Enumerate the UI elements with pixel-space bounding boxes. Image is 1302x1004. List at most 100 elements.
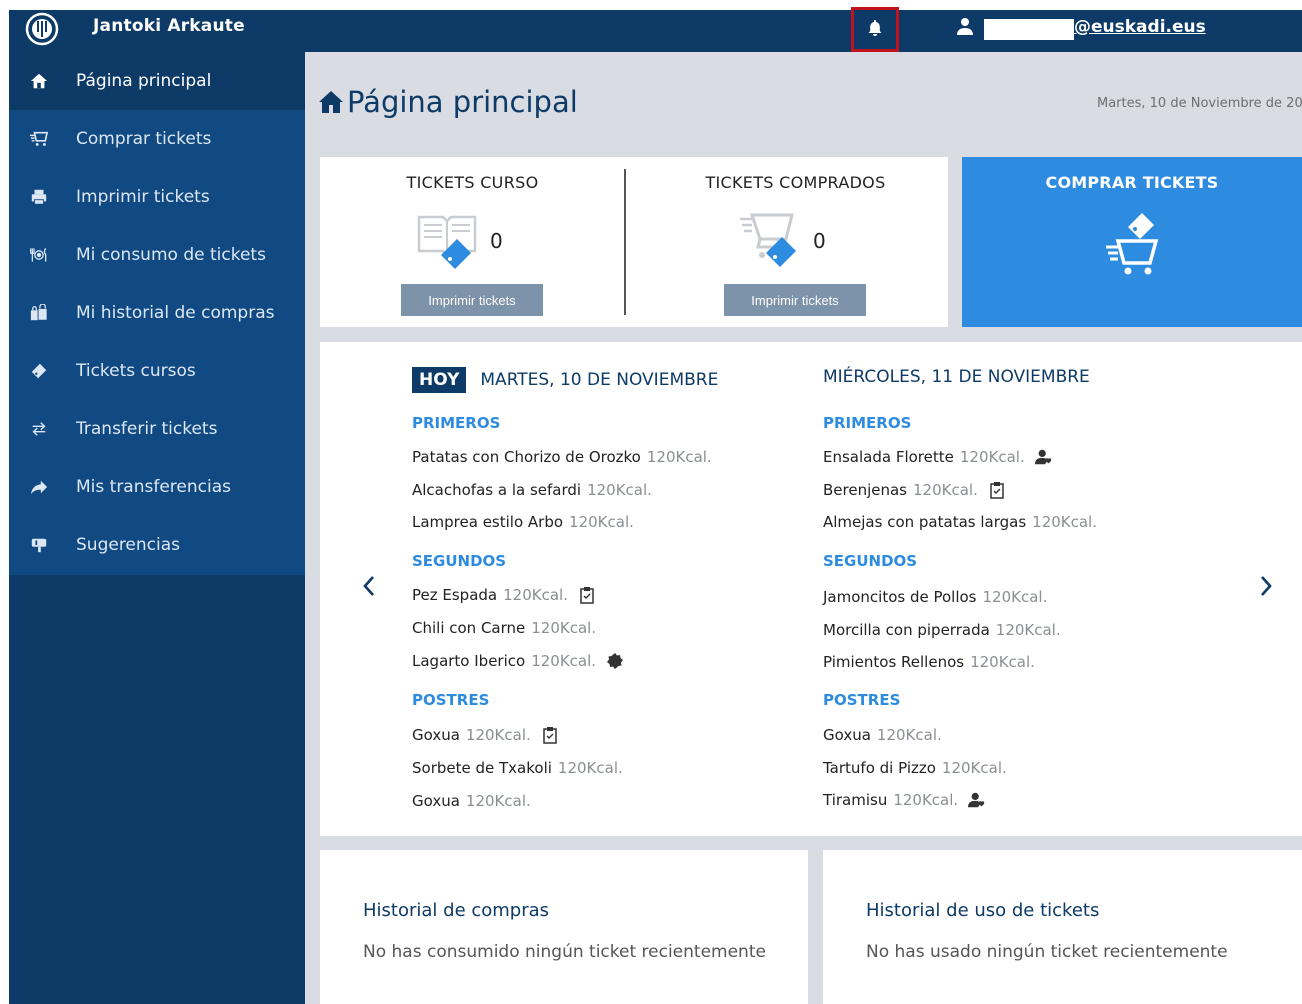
sidebar-item-label: Mi consumo de tickets: [76, 245, 266, 265]
buy-cart-icon: [1102, 209, 1166, 281]
list-item: Goxua 120Kcal.: [823, 726, 942, 744]
bell-icon: [866, 19, 884, 41]
redacted-username: [984, 19, 1074, 40]
sidebar-item-label: Mis transferencias: [76, 477, 231, 497]
allergen-badge-icon[interactable]: [606, 652, 624, 670]
today-badge: HOY: [412, 367, 467, 393]
usage-history-empty: No has usado ningún ticket recientemente: [866, 942, 1228, 962]
list-item: Alcachofas a la sefardi 120Kcal.: [412, 481, 652, 499]
chef-recommended-icon[interactable]: [1034, 448, 1053, 466]
list-item: Chili con Carne 120Kcal.: [412, 619, 597, 637]
home-icon: [319, 90, 343, 114]
tickets-curso-count: 0: [490, 229, 503, 253]
next-day-button[interactable]: [1251, 568, 1281, 608]
list-item: Tartufo di Pizzo 120Kcal.: [823, 759, 1007, 777]
book-ticket-icon: [415, 209, 479, 273]
main-content: Página principal Martes, 10 de Noviembre…: [305, 52, 1302, 1004]
sidebar-item-label: Comprar tickets: [76, 129, 212, 149]
transfer-arrows-icon: [29, 419, 49, 439]
day-date: MARTES, 10 DE NOVIEMBRE: [480, 370, 719, 390]
list-item: Lagarto Iberico 120Kcal.: [412, 652, 624, 670]
user-icon: [957, 17, 973, 35]
category-primeros: PRIMEROS: [412, 414, 501, 432]
purchase-history-title: Historial de compras: [363, 900, 550, 921]
page-header: Página principal Martes, 10 de Noviembre…: [305, 52, 1302, 157]
notifications-button[interactable]: [851, 7, 899, 52]
sidebar-item-imprimir-tickets[interactable]: Imprimir tickets: [9, 168, 305, 226]
sidebar-item-label: Imprimir tickets: [76, 187, 210, 207]
buy-tickets-title: COMPRAR TICKETS: [1045, 173, 1219, 192]
cart-ticket-icon: [738, 209, 802, 273]
day-header: MIÉRCOLES, 11 DE NOVIEMBRE: [823, 367, 1090, 387]
category-segundos: SEGUNDOS: [412, 552, 507, 570]
list-item: Lamprea estilo Arbo 120Kcal.: [412, 513, 634, 531]
app-logo-icon[interactable]: [25, 12, 59, 46]
day-header: HOY MARTES, 10 DE NOVIEMBRE: [412, 367, 718, 393]
sidebar-item-label: Transferir tickets: [76, 419, 218, 439]
chevron-left-icon: [362, 575, 376, 601]
printer-icon: [29, 187, 49, 207]
ticket-icon: [29, 361, 49, 381]
sidebar-item-sugerencias[interactable]: Sugerencias: [9, 516, 305, 574]
divider: [624, 169, 626, 315]
list-item: Goxua 120Kcal.: [412, 792, 531, 810]
cart-icon: [29, 129, 49, 149]
home-icon: [29, 71, 49, 91]
page-title: Página principal: [347, 85, 578, 119]
list-item: Patatas con Chorizo de Orozko 120Kcal.: [412, 448, 712, 466]
sidebar-item-label: Mi historial de compras: [76, 303, 275, 323]
sidebar-item-transferir-tickets[interactable]: Transferir tickets: [9, 400, 305, 458]
sidebar-menu: Página principal Comprar tickets Imprimi…: [9, 52, 305, 575]
tickets-comprados-panel: TICKETS COMPRADOS 0 Imprimir tickets: [643, 157, 948, 327]
list-item: Pez Espada 120Kcal.: [412, 586, 596, 604]
list-item: Almejas con patatas largas 120Kcal.: [823, 513, 1097, 531]
sidebar-item-mi-historial[interactable]: Mi historial de compras: [9, 284, 305, 342]
prev-day-button[interactable]: [354, 568, 384, 608]
list-item: Berenjenas 120Kcal.: [823, 481, 1006, 499]
print-comprados-button[interactable]: Imprimir tickets: [724, 284, 866, 316]
purchase-history-card: Historial de compras No has consumido ni…: [320, 850, 808, 1004]
weekly-menu-card: HOY MARTES, 10 DE NOVIEMBRE PRIMEROS Pat…: [320, 342, 1302, 836]
sidebar-item-mis-transferencias[interactable]: Mis transferencias: [9, 458, 305, 516]
sidebar: Página principal Comprar tickets Imprimi…: [9, 52, 305, 1004]
usage-history-title: Historial de uso de tickets: [866, 900, 1100, 921]
print-curso-button[interactable]: Imprimir tickets: [401, 284, 543, 316]
shopping-bags-icon: [29, 303, 49, 323]
sidebar-item-label: Sugerencias: [76, 535, 181, 555]
current-date: Martes, 10 de Noviembre de 202: [1097, 96, 1302, 111]
diet-clipboard-icon[interactable]: [578, 586, 596, 604]
tickets-comprados-count: 0: [813, 229, 826, 253]
list-item: Jamoncitos de Pollos 120Kcal.: [823, 588, 1048, 606]
diet-clipboard-icon[interactable]: [541, 726, 559, 744]
tickets-comprados-title: TICKETS COMPRADOS: [705, 173, 886, 192]
buy-tickets-card[interactable]: COMPRAR TICKETS: [962, 157, 1302, 327]
list-item: Sorbete de Txakoli 120Kcal.: [412, 759, 623, 777]
sidebar-item-tickets-cursos[interactable]: Tickets cursos: [9, 342, 305, 400]
usage-history-card: Historial de uso de tickets No has usado…: [823, 850, 1302, 1004]
category-postres: POSTRES: [412, 691, 490, 709]
sidebar-item-pagina-principal[interactable]: Página principal: [9, 52, 305, 110]
day-date: MIÉRCOLES, 11 DE NOVIEMBRE: [823, 367, 1090, 387]
share-arrow-icon: [29, 477, 49, 497]
list-item: Ensalada Florette 120Kcal.: [823, 448, 1053, 466]
sidebar-item-mi-consumo[interactable]: Mi consumo de tickets: [9, 226, 305, 284]
diet-clipboard-icon[interactable]: [988, 481, 1006, 499]
tickets-curso-panel: TICKETS CURSO 0 Imprimir tickets: [320, 157, 625, 327]
top-bar: Jantoki Arkaute @euskadi.eus: [9, 7, 1302, 52]
list-item: Morcilla con piperrada 120Kcal.: [823, 621, 1061, 639]
brand-name[interactable]: Jantoki Arkaute: [93, 16, 245, 36]
category-primeros: PRIMEROS: [823, 414, 912, 432]
list-item: Goxua 120Kcal.: [412, 726, 559, 744]
chef-recommended-icon[interactable]: [968, 791, 986, 809]
purchase-history-empty: No has consumido ningún ticket recientem…: [363, 942, 766, 962]
tickets-summary-card: TICKETS CURSO 0 Imprimir tickets TICKETS…: [320, 157, 948, 327]
sidebar-item-label: Tickets cursos: [76, 361, 196, 381]
category-segundos: SEGUNDOS: [823, 552, 918, 570]
list-item: Pimientos Rellenos 120Kcal.: [823, 653, 1035, 671]
sidebar-item-comprar-tickets[interactable]: Comprar tickets: [9, 110, 305, 168]
chevron-right-icon: [1259, 575, 1273, 601]
list-item: Tiramisu 120Kcal.: [823, 791, 986, 809]
category-postres: POSTRES: [823, 691, 901, 709]
user-email-link[interactable]: @euskadi.eus: [1074, 17, 1206, 37]
tickets-curso-title: TICKETS CURSO: [406, 173, 539, 192]
